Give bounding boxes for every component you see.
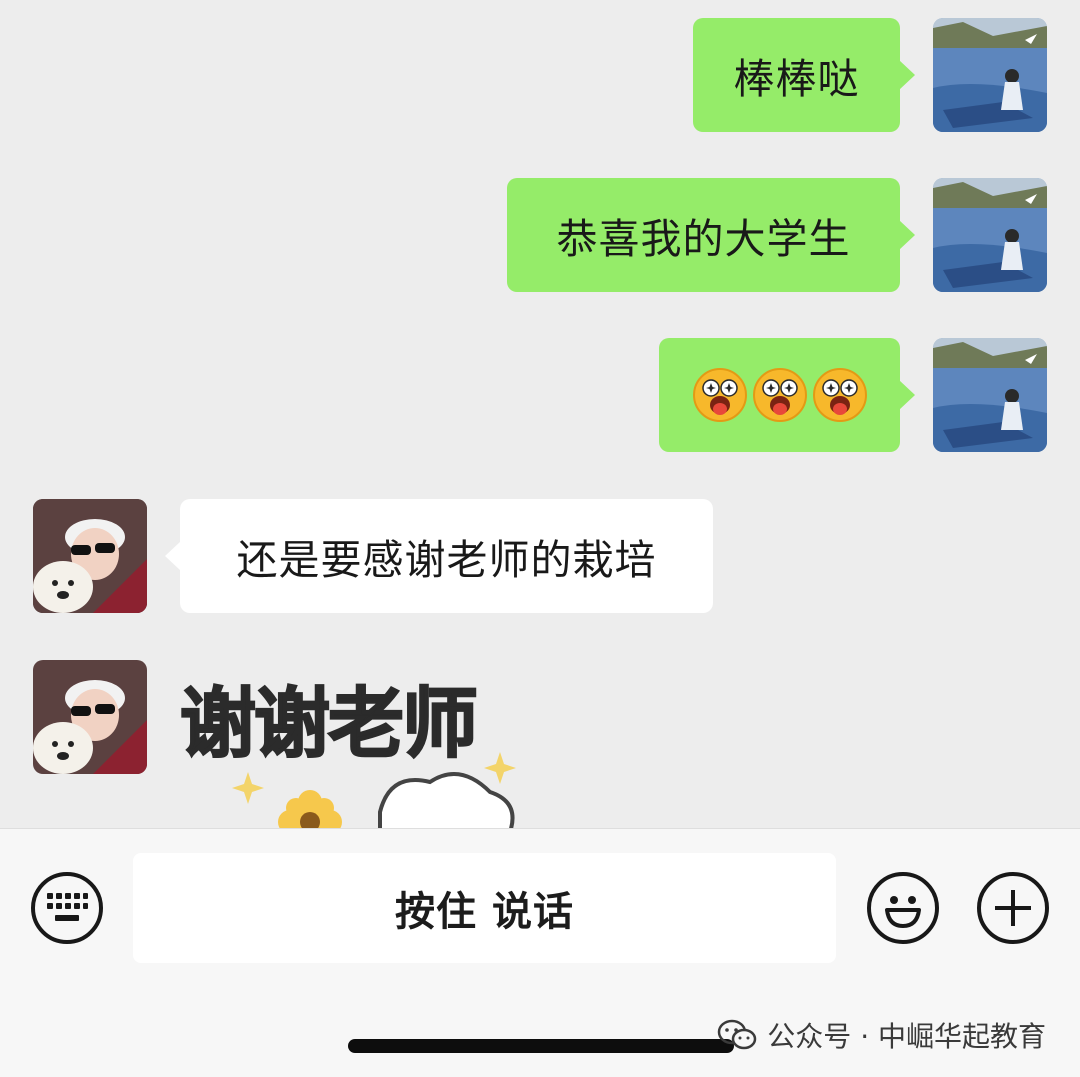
more-options-button[interactable]: [977, 872, 1049, 944]
my-avatar[interactable]: [933, 18, 1047, 132]
message-text: 还是要感谢老师的栽培: [236, 536, 657, 584]
wechat-icon: [718, 1019, 757, 1050]
message-text: 棒棒哒: [733, 55, 860, 103]
smiley-icon: [885, 896, 921, 928]
star-eyes-tongue-emoji: [752, 368, 807, 422]
message-bubble-outgoing[interactable]: [659, 338, 915, 452]
sticker-sheep-sunflower-image: [232, 752, 516, 828]
avatar-lake-image: [933, 338, 1047, 452]
hold-to-talk-button[interactable]: 按住 说话: [133, 853, 836, 963]
avatar-girl-with-dog-image: [33, 499, 147, 613]
emoji-button[interactable]: [867, 872, 939, 944]
avatar-lake-image: [933, 18, 1047, 132]
chat-screen: 棒棒哒 恭喜我的大学生 还是要感谢老师的栽培 谢谢老师 按住 说话 公众号 · …: [0, 0, 1080, 1077]
star-eyes-tongue-emoji: [692, 368, 747, 422]
watermark-text: 公众号 · 中崛华起教育: [767, 1020, 1046, 1053]
contact-avatar[interactable]: [33, 660, 147, 774]
plus-icon: [995, 890, 1031, 926]
keyboard-icon: [47, 893, 88, 921]
watermark: 公众号 · 中崛华起教育: [717, 1015, 1046, 1055]
home-indicator[interactable]: [348, 1039, 734, 1053]
star-eyes-tongue-emoji: [812, 368, 867, 422]
chat-input-bar: 按住 说话 公众号 · 中崛华起教育: [0, 828, 1080, 1077]
my-avatar[interactable]: [933, 338, 1047, 452]
message-bubble-incoming[interactable]: 还是要感谢老师的栽培: [165, 499, 713, 613]
emoji-row: [692, 367, 868, 423]
avatar-lake-image: [933, 178, 1047, 292]
message-list[interactable]: 棒棒哒 恭喜我的大学生 还是要感谢老师的栽培 谢谢老师: [0, 0, 1080, 828]
sticker-message[interactable]: 谢谢老师: [179, 662, 560, 828]
message-bubble-outgoing[interactable]: 棒棒哒: [693, 18, 915, 132]
keyboard-toggle-button[interactable]: [31, 872, 103, 944]
message-text: 恭喜我的大学生: [556, 215, 851, 263]
my-avatar[interactable]: [933, 178, 1047, 292]
avatar-girl-with-dog-image: [33, 660, 147, 774]
message-bubble-outgoing[interactable]: 恭喜我的大学生: [507, 178, 915, 292]
contact-avatar[interactable]: [33, 499, 147, 613]
